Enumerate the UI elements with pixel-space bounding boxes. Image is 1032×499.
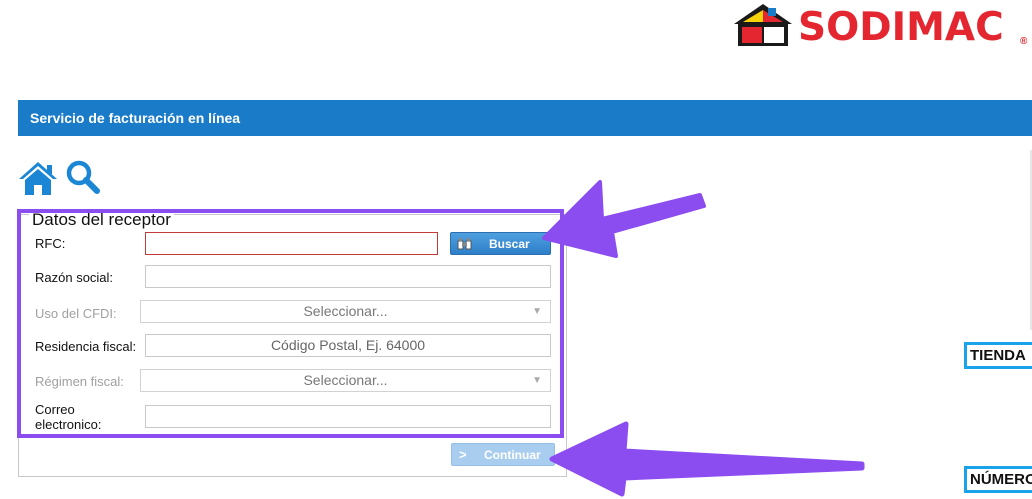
page-header: Servicio de facturación en línea: [18, 100, 1032, 136]
registered-mark: ®: [1020, 36, 1028, 47]
page-title: Servicio de facturación en línea: [30, 110, 241, 126]
sodimac-logo: SODIMAC ®: [732, 2, 1032, 50]
annotation-highlight-box: [17, 209, 564, 438]
tienda-label: TIENDA: [970, 347, 1026, 364]
search-icon[interactable]: [66, 160, 100, 194]
home-icon[interactable]: [18, 160, 58, 196]
continuar-button[interactable]: > Continuar: [451, 443, 555, 466]
house-logo-icon: [734, 4, 792, 46]
continuar-label: Continuar: [484, 448, 541, 462]
tienda-badge: TIENDA: [964, 342, 1032, 369]
brand-name: SODIMAC: [798, 5, 1004, 50]
chevron-right-icon: >: [459, 447, 467, 462]
numero-badge: NÚMERO: [964, 466, 1032, 493]
numero-label: NÚMERO: [970, 471, 1032, 488]
